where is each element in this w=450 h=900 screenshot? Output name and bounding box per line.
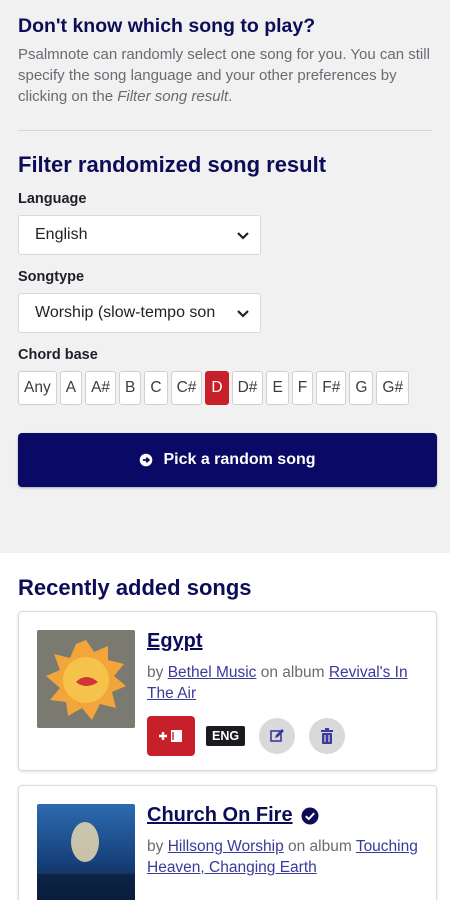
songtype-select[interactable]: Worship (slow-tempo son [18,293,261,333]
chord-c-sharp[interactable]: C# [170,371,203,405]
chevron-down-icon [237,232,249,240]
recently-added-section: Recently added songs Egypt by Bethel Mus… [0,553,450,900]
chord-base-selector: Any A A# B C C# D D# E F F# G G# [18,371,432,407]
chord-f-sharp[interactable]: F# [316,371,347,405]
chevron-down-icon [237,310,249,318]
pick-random-song-label: Pick a random song [163,451,316,468]
chord-e[interactable]: E [266,371,289,405]
filter-song-result-ref: Filter song result [117,88,229,105]
intro-text-end: . [228,88,233,105]
recent-title: Recently added songs [18,575,252,600]
add-to-songbook-button[interactable] [147,716,195,756]
trash-icon [321,728,334,744]
chord-g-sharp[interactable]: G# [376,371,410,405]
language-value: English [35,226,88,243]
language-label: Language [18,191,87,207]
edit-button[interactable] [259,718,296,754]
song-actions: ENG [147,716,422,756]
delete-button[interactable] [309,718,346,754]
chord-b[interactable]: B [119,371,142,405]
chord-a[interactable]: A [59,371,83,405]
album-art[interactable] [37,804,135,900]
artist-link[interactable]: Hillsong Worship [168,838,284,855]
divider [18,130,432,131]
by-text: by [147,838,168,855]
chord-a-sharp[interactable]: A# [85,371,117,405]
artist-link[interactable]: Bethel Music [168,664,257,681]
songtype-value: Worship (slow-tempo son [35,304,216,321]
by-text: by [147,664,168,681]
chord-any[interactable]: Any [18,371,57,405]
song-meta: by Hillsong Worship on album Touching He… [147,836,422,878]
chord-c[interactable]: C [144,371,168,405]
random-song-section: Don't know which song to play? Psalmnote… [0,0,450,553]
chord-f[interactable]: F [291,371,314,405]
on-album-text: on album [256,664,329,681]
intro-text: Psalmnote can randomly select one song f… [18,44,432,107]
language-select[interactable]: English [18,215,261,255]
chord-d-sharp[interactable]: D# [231,371,264,405]
song-title: Egypt [147,630,203,652]
arrow-circle-right-icon [140,453,153,467]
album-art[interactable] [37,630,135,728]
song-card: Church On Fire by Hillsong Worship on al… [18,785,437,900]
filter-title: Filter randomized song result [18,152,327,177]
edit-icon [270,729,285,742]
songtype-label: Songtype [18,269,85,285]
add-book-icon [159,730,182,742]
song-card: Egypt by Bethel Music on album Revival's… [18,611,437,771]
intro-title: Don't know which song to play? [18,15,316,37]
song-title-link[interactable]: Egypt [147,630,203,653]
song-title: Church On Fire [147,804,293,826]
verified-check-icon [301,807,319,824]
chord-d[interactable]: D [205,371,229,405]
language-badge: ENG [206,726,246,746]
pick-random-song-button[interactable]: Pick a random song [18,433,437,487]
song-meta: by Bethel Music on album Revival's In Th… [147,662,422,704]
song-title-link[interactable]: Church On Fire [147,804,319,827]
on-album-text: on album [283,838,356,855]
chord-g[interactable]: G [349,371,374,405]
chord-base-label: Chord base [18,347,98,363]
